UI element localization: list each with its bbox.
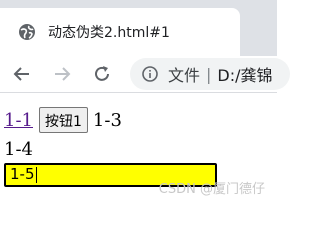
globe-icon	[18, 23, 36, 41]
link-1-1[interactable]: 1-1	[4, 110, 33, 131]
arrow-left-icon	[13, 67, 29, 81]
reload-icon	[95, 66, 109, 81]
button-1[interactable]: 按钮1	[39, 107, 88, 133]
chip-separator: |	[206, 64, 212, 84]
page-content: 1-1 按钮1 1-3 1-4 1-5 CSDN @厦门德仔	[0, 93, 277, 205]
back-button[interactable]	[10, 62, 34, 86]
address-bar[interactable]: 文件 | D:/龚锦	[130, 58, 290, 90]
arrow-right-icon	[55, 67, 71, 81]
url-text: D:/龚锦	[217, 66, 273, 85]
browser-toolbar: 文件 | D:/龚锦	[0, 56, 290, 92]
reload-button[interactable]	[90, 62, 114, 86]
info-icon[interactable]	[142, 66, 158, 82]
first-row: 1-1 按钮1 1-3	[4, 107, 122, 133]
forward-button[interactable]	[50, 62, 74, 86]
watermark: CSDN @厦门德仔	[158, 182, 265, 197]
text-caret	[35, 166, 37, 183]
file-chip: 文件	[168, 66, 201, 85]
tab-title: 动态伪类2.html#1	[48, 25, 170, 41]
input-value: 1-5	[10, 165, 35, 183]
text-1-3: 1-3	[92, 109, 122, 131]
tab-strip: 动态伪类2.html#1	[0, 0, 277, 56]
browser-tab[interactable]: 动态伪类2.html#1	[0, 8, 240, 56]
text-1-4: 1-4	[4, 139, 33, 160]
